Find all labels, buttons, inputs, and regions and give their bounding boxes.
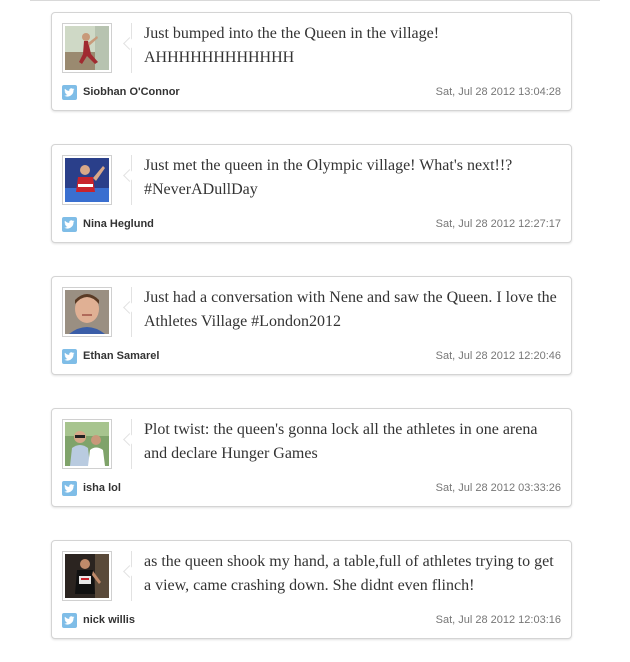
tweet-text: Just bumped into the the Queen in the vi… xyxy=(144,25,440,66)
tweet-card: as the queen shook my hand, a table,full… xyxy=(51,540,572,639)
avatar-image xyxy=(65,554,109,598)
speech-notch xyxy=(123,37,136,50)
tweet-card: Just had a conversation with Nene and sa… xyxy=(51,276,572,375)
avatar[interactable] xyxy=(62,23,112,73)
speech-notch xyxy=(123,169,136,182)
timestamp[interactable]: Sat, Jul 28 2012 12:03:16 xyxy=(436,614,561,626)
twitter-bird-icon[interactable] xyxy=(62,481,77,496)
twitter-bird-icon[interactable] xyxy=(62,349,77,364)
tweet-footer: Ethan Samarel Sat, Jul 28 2012 12:20:46 xyxy=(62,349,561,365)
tweet-footer: Siobhan O'Connor Sat, Jul 28 2012 13:04:… xyxy=(62,85,561,101)
tweet-text: Plot twist: the queen's gonna lock all t… xyxy=(144,421,538,462)
tweet-text: as the queen shook my hand, a table,full… xyxy=(144,553,554,594)
tweet-card: Just bumped into the the Queen in the vi… xyxy=(51,12,572,111)
avatar[interactable] xyxy=(62,287,112,337)
author-name[interactable]: Siobhan O'Connor xyxy=(83,86,180,98)
speech-notch xyxy=(123,433,136,446)
timestamp[interactable]: Sat, Jul 28 2012 12:20:46 xyxy=(436,350,561,362)
avatar[interactable] xyxy=(62,419,112,469)
speech-notch xyxy=(123,301,136,314)
avatar[interactable] xyxy=(62,155,112,205)
tweet-card: Just met the queen in the Olympic villag… xyxy=(51,144,572,243)
tweet-footer: Nina Heglund Sat, Jul 28 2012 12:27:17 xyxy=(62,217,561,233)
speech-notch xyxy=(123,565,136,578)
tweet-footer: nick willis Sat, Jul 28 2012 12:03:16 xyxy=(62,613,561,629)
avatar-image xyxy=(65,422,109,466)
tweet-text: Just met the queen in the Olympic villag… xyxy=(144,157,513,198)
twitter-bird-icon[interactable] xyxy=(62,613,77,628)
top-divider xyxy=(30,0,600,1)
avatar[interactable] xyxy=(62,551,112,601)
avatar-image xyxy=(65,290,109,334)
author-name[interactable]: isha lol xyxy=(83,482,121,494)
avatar-image xyxy=(65,158,109,202)
twitter-bird-icon[interactable] xyxy=(62,85,77,100)
tweet-footer: isha lol Sat, Jul 28 2012 03:33:26 xyxy=(62,481,561,497)
avatar-image xyxy=(65,26,109,70)
timestamp[interactable]: Sat, Jul 28 2012 03:33:26 xyxy=(436,482,561,494)
twitter-bird-icon[interactable] xyxy=(62,217,77,232)
tweet-card: Plot twist: the queen's gonna lock all t… xyxy=(51,408,572,507)
author-name[interactable]: Nina Heglund xyxy=(83,218,154,230)
author-name[interactable]: Ethan Samarel xyxy=(83,350,159,362)
timestamp[interactable]: Sat, Jul 28 2012 13:04:28 xyxy=(436,86,561,98)
timestamp[interactable]: Sat, Jul 28 2012 12:27:17 xyxy=(436,218,561,230)
tweet-text: Just had a conversation with Nene and sa… xyxy=(144,289,557,330)
author-name[interactable]: nick willis xyxy=(83,614,135,626)
